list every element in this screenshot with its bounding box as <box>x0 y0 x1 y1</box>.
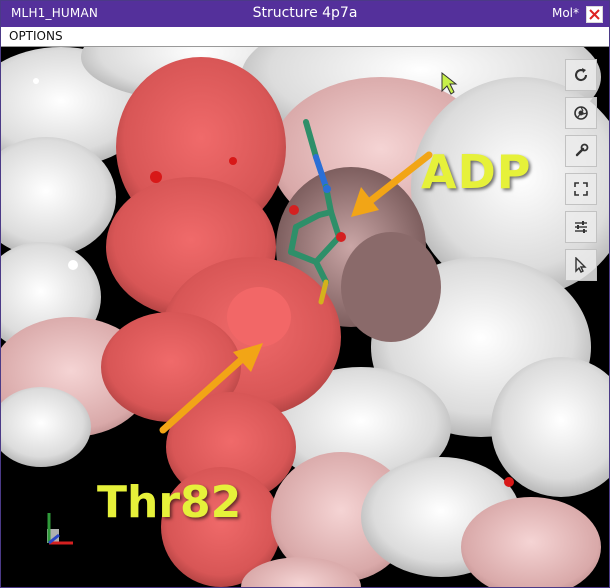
screenshot-button[interactable] <box>565 97 597 129</box>
controls-sliders-icon <box>575 221 587 233</box>
reset-zoom-icon <box>575 68 588 82</box>
molecular-surface-render[interactable] <box>1 47 609 587</box>
settings-button[interactable] <box>565 135 597 167</box>
reset-zoom-button[interactable] <box>565 59 597 91</box>
menu-bar: OPTIONS <box>1 27 609 47</box>
controls-button[interactable] <box>565 211 597 243</box>
select-pointer-icon <box>575 257 587 273</box>
settings-wrench-icon <box>575 143 589 157</box>
title-bar[interactable]: MLH1_HUMAN Structure 4p7a Mol* <box>1 1 609 27</box>
3d-viewport[interactable]: ADP Thr82 <box>1 47 609 587</box>
expand-button[interactable] <box>565 173 597 205</box>
select-mode-button[interactable] <box>565 249 597 281</box>
options-menu[interactable]: OPTIONS <box>9 29 63 43</box>
molstar-window: MLH1_HUMAN Structure 4p7a Mol* OPTIONS A… <box>0 0 610 588</box>
close-button[interactable] <box>586 6 603 23</box>
expand-icon <box>574 182 588 196</box>
viewport-toolbar <box>565 59 597 287</box>
screenshot-icon <box>574 106 588 120</box>
thr82-label: Thr82 <box>97 477 242 528</box>
adp-label: ADP <box>421 145 532 199</box>
close-x-icon <box>589 9 600 20</box>
app-label: Mol* <box>551 6 579 20</box>
window-title: Structure 4p7a <box>252 5 358 21</box>
